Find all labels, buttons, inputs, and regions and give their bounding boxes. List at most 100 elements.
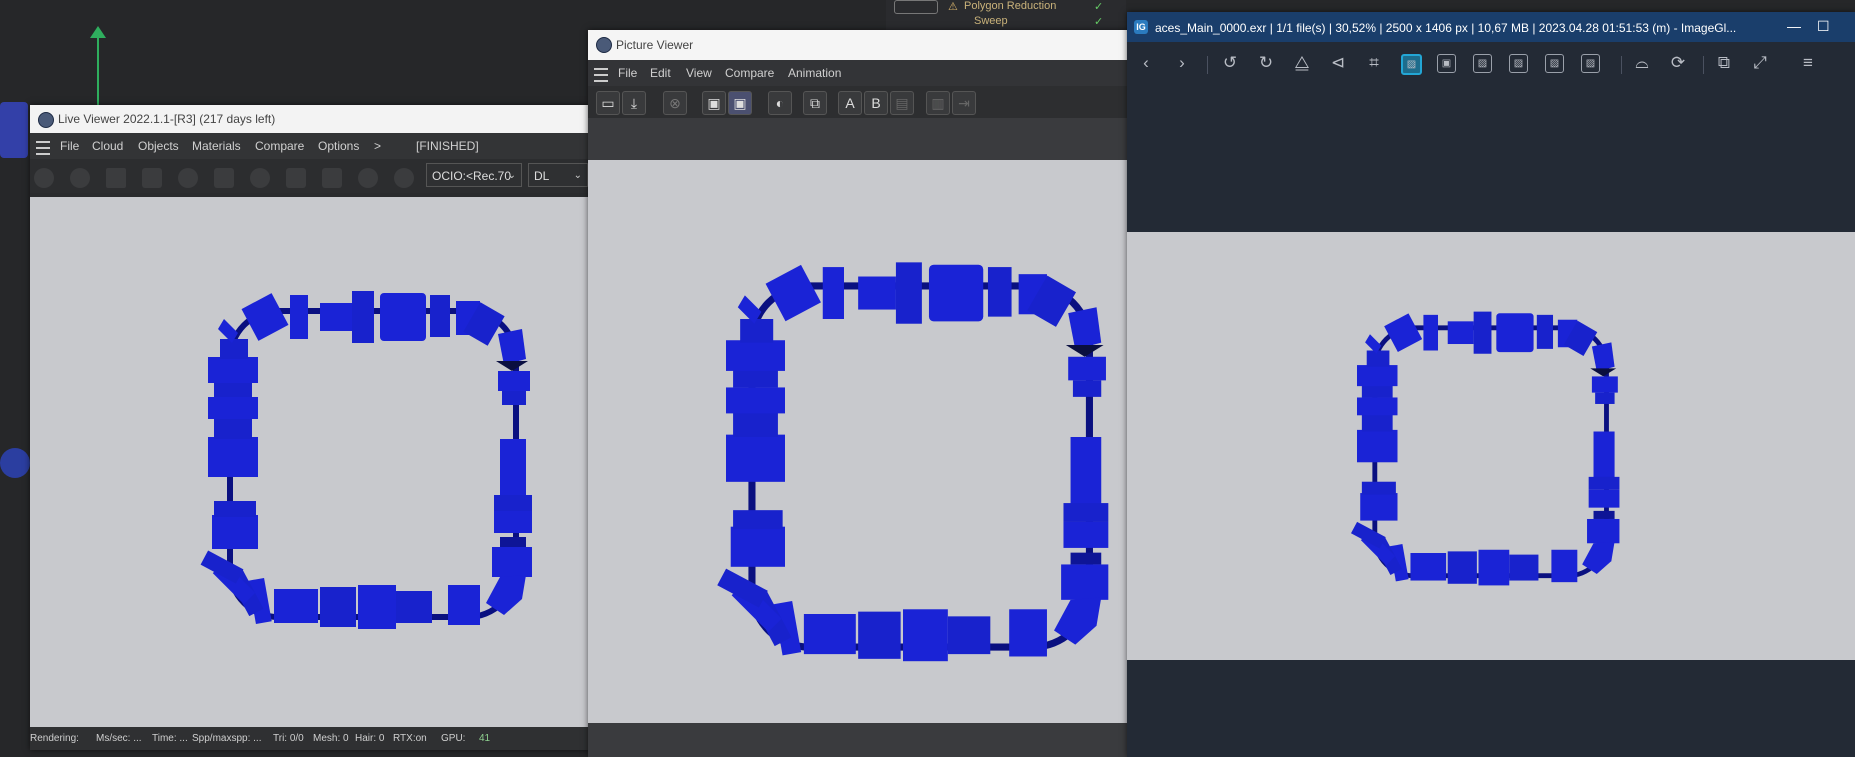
menu-cloud[interactable]: Cloud (92, 139, 123, 153)
cpu-icon[interactable]: ▣ (702, 91, 726, 115)
kernel-select[interactable]: DL ⌄ (528, 163, 588, 187)
status-gpu-value: 41 (479, 733, 491, 744)
menu-objects[interactable]: Objects (138, 139, 179, 153)
compare-a-button[interactable]: A (838, 91, 862, 115)
focus-icon[interactable] (358, 168, 378, 188)
material-icon[interactable] (394, 168, 414, 188)
imageglass-titlebar[interactable]: IG aces_Main_0000.exr | 1/1 file(s) | 30… (1127, 12, 1855, 42)
live-viewer-statusbar: Rendering: Ms/sec: ... Time: ... Spp/max… (30, 727, 590, 750)
scale-height-icon[interactable]: ▨ (1509, 54, 1528, 73)
refresh-icon[interactable] (70, 168, 90, 188)
object-item-sweep[interactable]: Sweep (974, 15, 1008, 27)
menu-compare[interactable]: Compare (725, 66, 774, 80)
render-status: [FINISHED] (416, 139, 479, 153)
rendered-object (1127, 232, 1855, 660)
rendered-object (30, 197, 590, 727)
download-icon[interactable] (286, 168, 306, 188)
status-gpu: GPU: (441, 733, 466, 744)
menu-compare[interactable]: Compare (255, 139, 304, 153)
open-folder-icon[interactable]: ▭ (596, 91, 620, 115)
imageglass-app-icon: IG (1134, 20, 1148, 34)
lock-zoom-icon[interactable]: ▣ (1437, 54, 1456, 73)
check-icon: ✓ (1094, 16, 1104, 28)
export-icon[interactable]: ⇥ (952, 91, 976, 115)
fullscreen-icon[interactable]: ⤢ (1749, 52, 1771, 74)
warning-icon: ⚠ (948, 1, 958, 13)
region-icon[interactable] (142, 168, 162, 188)
ocio-select[interactable]: OCIO:<Rec.70 ⌄ (426, 163, 522, 187)
picture-viewer-titlebar[interactable]: Picture Viewer (588, 30, 1128, 60)
swap-icon[interactable]: ▤ (890, 91, 914, 115)
check-icon: ✓ (1094, 1, 1104, 13)
crop-icon[interactable]: ⌗ (1363, 52, 1385, 74)
menu-file[interactable]: File (618, 66, 637, 80)
minimize-button[interactable]: — (1787, 18, 1801, 34)
status-spp: Spp/maxspp: ... (192, 733, 262, 744)
chevron-left-icon[interactable]: ‹ (1135, 52, 1157, 74)
panel-button[interactable] (894, 0, 938, 14)
menu-view[interactable]: View (686, 66, 712, 80)
pause-icon[interactable] (106, 168, 126, 188)
compare-b-button[interactable]: B (864, 91, 888, 115)
background-object (0, 448, 30, 478)
live-viewer-titlebar[interactable]: Live Viewer 2022.1.1-[R3] (217 days left… (30, 105, 590, 133)
contrast-icon[interactable]: ◐ (768, 91, 792, 115)
compare-icon[interactable]: ⧉ (803, 91, 827, 115)
menu-materials[interactable]: Materials (192, 139, 241, 153)
refresh-icon[interactable]: ⟳ (1667, 52, 1689, 74)
rotate-left-icon[interactable]: ↺ (1219, 52, 1241, 74)
live-viewer-window: Live Viewer 2022.1.1-[R3] (217 days left… (30, 105, 590, 750)
picture-viewer-toolbar: ▭ ⤓ ⊗ ▣ ▣ ◐ ⧉ A B ▤ ▥ ⇥ (588, 86, 1128, 118)
save-icon[interactable]: ⤓ (622, 91, 646, 115)
kernel-value: DL (534, 169, 550, 183)
gpu-icon[interactable]: ▣ (728, 91, 752, 115)
object-manager-panel: ⚠ Polygon Reduction Sweep ✓ ✓ (886, 0, 1126, 32)
scale-width-icon[interactable]: ▨ (1473, 54, 1492, 73)
maximize-button[interactable]: ☐ (1817, 18, 1830, 35)
menu-edit[interactable]: Edit (650, 66, 671, 80)
status-mesh: Mesh: 0 (313, 733, 349, 744)
status-time: Time: ... (152, 733, 188, 744)
flip-horizontal-icon[interactable]: ⧋ (1291, 52, 1313, 74)
hamburger-menu-icon[interactable] (594, 68, 608, 82)
rotate-right-icon[interactable]: ↻ (1255, 52, 1277, 74)
menu-file[interactable]: File (60, 139, 79, 153)
render-canvas[interactable] (30, 197, 590, 727)
settings-icon[interactable] (178, 168, 198, 188)
window-fit-icon[interactable]: ⧉ (1713, 52, 1735, 74)
status-hair: Hair: 0 (355, 733, 385, 744)
menu-more[interactable]: > (374, 139, 381, 153)
checkerboard-icon[interactable]: ⌓ (1631, 52, 1653, 74)
toolbar-divider (1621, 56, 1622, 74)
menu-options[interactable]: Options (318, 139, 359, 153)
lock-icon[interactable] (214, 168, 234, 188)
hamburger-menu-icon[interactable]: ≡ (1797, 52, 1819, 74)
stop-icon[interactable]: ⊗ (663, 91, 687, 115)
layer-icon[interactable]: ▥ (926, 91, 950, 115)
scale-fit-icon[interactable]: ▨ (1545, 54, 1564, 73)
background-object (0, 102, 28, 158)
picture-viewer-menubar: File Edit View Compare Animation (588, 60, 1128, 86)
flip-vertical-icon[interactable]: ⊲ (1327, 52, 1349, 74)
status-rtx: RTX:on (393, 733, 427, 744)
scale-fill-icon[interactable]: ▨ (1581, 54, 1600, 73)
gear-icon[interactable] (34, 168, 54, 188)
picture-viewer-window: Picture Viewer File Edit View Compare An… (588, 30, 1128, 757)
chevron-right-icon[interactable]: › (1171, 52, 1193, 74)
hamburger-menu-icon[interactable] (36, 141, 50, 155)
menu-animation[interactable]: Animation (788, 66, 841, 80)
picture-canvas[interactable] (588, 160, 1128, 723)
sphere-icon[interactable] (250, 168, 270, 188)
chevron-down-icon: ⌄ (507, 170, 516, 181)
camera-icon[interactable] (322, 168, 342, 188)
status-rendering: Rendering: (30, 733, 79, 744)
image-canvas[interactable] (1127, 232, 1855, 660)
object-item-polygon-reduction[interactable]: Polygon Reduction (964, 0, 1056, 12)
chevron-down-icon: ⌄ (573, 170, 582, 181)
axis-y-handle[interactable] (97, 28, 99, 108)
imageglass-toolbar: ‹ › ↺ ↻ ⧋ ⊲ ⌗ ▨ ▣ ▨ ▨ ▨ ▨ ⌓ ⟳ ⧉ ⤢ ≡ (1127, 42, 1855, 86)
axis-arrow-icon (90, 26, 106, 38)
auto-zoom-icon[interactable]: ▨ (1401, 54, 1422, 75)
live-viewer-menubar: File Cloud Objects Materials Compare Opt… (30, 133, 590, 159)
window-title: Live Viewer 2022.1.1-[R3] (217 days left… (58, 112, 276, 126)
